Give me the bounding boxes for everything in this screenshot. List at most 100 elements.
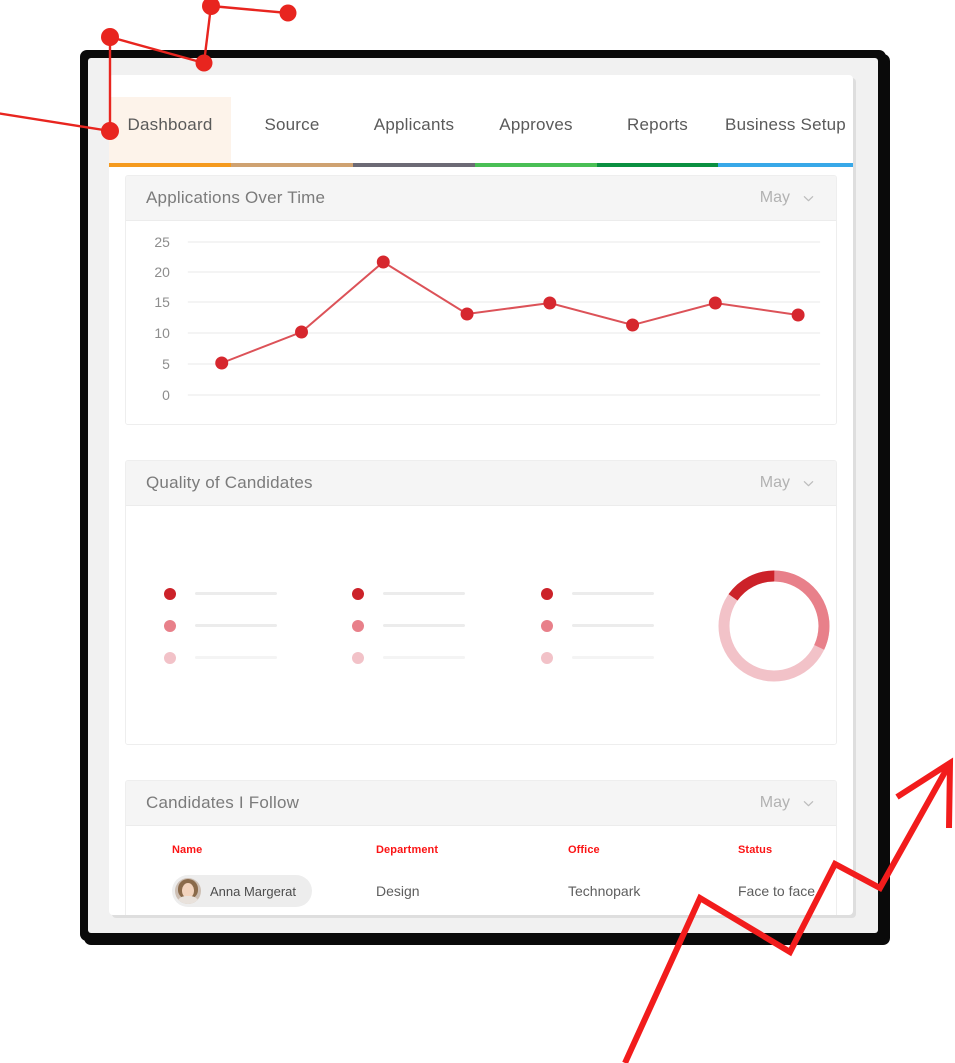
column-header-office: Office: [568, 844, 600, 856]
avatar-body: [176, 896, 200, 904]
cell-department: Developer: [376, 912, 568, 915]
legend-item: [352, 651, 505, 664]
legend-placeholder-bar: [571, 624, 654, 627]
candidates-i-follow-panel: Candidates I Follow May Name Department …: [125, 780, 837, 915]
candidates-panel-title: Candidates I Follow: [146, 793, 300, 812]
legend-dot-icon: [352, 619, 365, 632]
legend-dot-icon: [164, 587, 176, 600]
table-row[interactable]: CW Charlie Wilson Developer Technopark F…: [126, 912, 836, 915]
candidates-table-body: Anna Margerat Design Technopark Face to …: [126, 870, 836, 915]
tab-source[interactable]: Source: [231, 97, 353, 167]
legend-dot-icon: [540, 619, 553, 632]
chart-series-line: [221, 260, 799, 364]
column-header-department: Department: [376, 844, 439, 856]
legend-dot-icon: [352, 587, 365, 600]
legend-placeholder-bar: [195, 624, 277, 627]
svg-text:15: 15: [154, 294, 170, 310]
cell-office: Technopark: [568, 912, 738, 915]
tab-dashboard-label: Dashboard: [109, 97, 231, 163]
svg-text:5: 5: [162, 356, 170, 372]
screen-background: Dashboard Source Applicants Approves Rep…: [88, 58, 878, 933]
svg-text:25: 25: [154, 234, 170, 250]
quality-month-label: May: [759, 474, 790, 491]
quality-panel-header: Quality of Candidates May: [126, 461, 836, 506]
column-header-name: Name: [172, 844, 203, 856]
cell-department: Design: [376, 883, 420, 899]
legend-item: [540, 587, 694, 600]
legend-item: [540, 651, 694, 664]
chart-y-axis-labels: 25 20 15 10 5 0: [154, 234, 170, 403]
donut-segment-dark: [718, 570, 830, 681]
tab-business-setup[interactable]: Business Setup: [718, 97, 853, 167]
candidates-month-label: May: [759, 794, 790, 811]
quality-donut-chart: [712, 564, 836, 688]
candidates-month-selector[interactable]: May: [760, 794, 814, 812]
legend-dot-icon: [164, 651, 176, 664]
quality-panel-body: [126, 506, 836, 744]
tab-applicants-underline: [353, 163, 475, 167]
app-card: Dashboard Source Applicants Approves Rep…: [109, 75, 853, 915]
chevron-down-icon: [803, 193, 814, 204]
cell-name: Anna Margerat: [126, 870, 376, 912]
tab-applicants[interactable]: Applicants: [353, 97, 475, 167]
legend-dot-icon: [164, 619, 176, 632]
device-frame: Dashboard Source Applicants Approves Rep…: [80, 50, 886, 941]
tab-business-setup-label: Business Setup: [725, 115, 846, 134]
legend-item: [352, 619, 505, 632]
cell-name: CW Charlie Wilson: [126, 912, 376, 915]
applications-panel-body: 25 20 15 10 5 0: [126, 221, 836, 424]
legend-placeholder-bar: [383, 656, 466, 659]
tab-approves[interactable]: Approves: [475, 97, 597, 167]
chevron-down-icon: [803, 798, 814, 809]
tab-applicants-label: Applicants: [373, 115, 455, 134]
legend-dot-icon: [540, 587, 553, 600]
donut-chart-svg: [718, 570, 830, 681]
applications-panel-header: Applications Over Time May: [126, 176, 836, 221]
tab-approves-underline: [475, 163, 597, 167]
tab-dashboard-underline: [109, 163, 231, 167]
legend-placeholder-bar: [195, 592, 277, 595]
legend-placeholder-bar: [383, 592, 466, 595]
applications-over-time-panel: Applications Over Time May 25 20 15 10 5…: [125, 175, 837, 425]
cell-status: Face to face: [738, 912, 836, 915]
legend-placeholder-bar: [195, 656, 277, 659]
tab-source-underline: [231, 163, 353, 167]
tab-bar: Dashboard Source Applicants Approves Rep…: [109, 97, 853, 167]
avatar: [175, 878, 201, 904]
tab-source-label: Source: [264, 115, 320, 134]
candidates-panel-header: Candidates I Follow May: [126, 781, 836, 826]
applications-line-chart: 25 20 15 10 5 0: [126, 221, 836, 424]
cell-status: Face to face: [738, 883, 816, 899]
tab-business-setup-underline: [718, 163, 853, 167]
candidates-table: Name Department Office Status Anna Marge…: [126, 844, 836, 915]
table-row[interactable]: Anna Margerat Design Technopark Face to …: [126, 870, 836, 912]
legend-dot-icon: [352, 651, 365, 664]
tab-approves-label: Approves: [499, 115, 573, 134]
quality-of-candidates-panel: Quality of Candidates May: [125, 460, 837, 745]
chevron-down-icon: [803, 478, 814, 489]
quality-content: [126, 506, 836, 744]
tab-reports[interactable]: Reports: [597, 97, 718, 167]
tab-reports-underline: [597, 163, 718, 167]
applications-month-selector[interactable]: May: [760, 189, 814, 207]
candidate-name-label: Anna Margerat: [210, 883, 296, 899]
candidates-panel-body: Name Department Office Status Anna Marge…: [126, 826, 836, 915]
legend-item: [164, 619, 317, 632]
chart-gridlines: [187, 241, 821, 396]
candidates-table-head: Name Department Office Status: [126, 844, 836, 870]
legend-item: [164, 587, 317, 600]
svg-text:10: 10: [154, 325, 170, 341]
legend-placeholder-bar: [383, 624, 466, 627]
quality-legend-column-3: [540, 587, 694, 664]
quality-legend-column-1: [164, 587, 317, 664]
column-header-status: Status: [738, 844, 773, 856]
tab-dashboard[interactable]: Dashboard: [109, 97, 231, 167]
legend-item: [164, 651, 317, 664]
quality-month-selector[interactable]: May: [760, 474, 814, 492]
candidate-name-pill[interactable]: Anna Margerat: [172, 875, 312, 907]
legend-item: [352, 587, 505, 600]
screenshot-root: Dashboard Source Applicants Approves Rep…: [0, 0, 955, 1063]
applications-month-label: May: [759, 189, 790, 206]
legend-dot-icon: [540, 651, 553, 664]
quality-panel-title: Quality of Candidates: [146, 473, 313, 492]
